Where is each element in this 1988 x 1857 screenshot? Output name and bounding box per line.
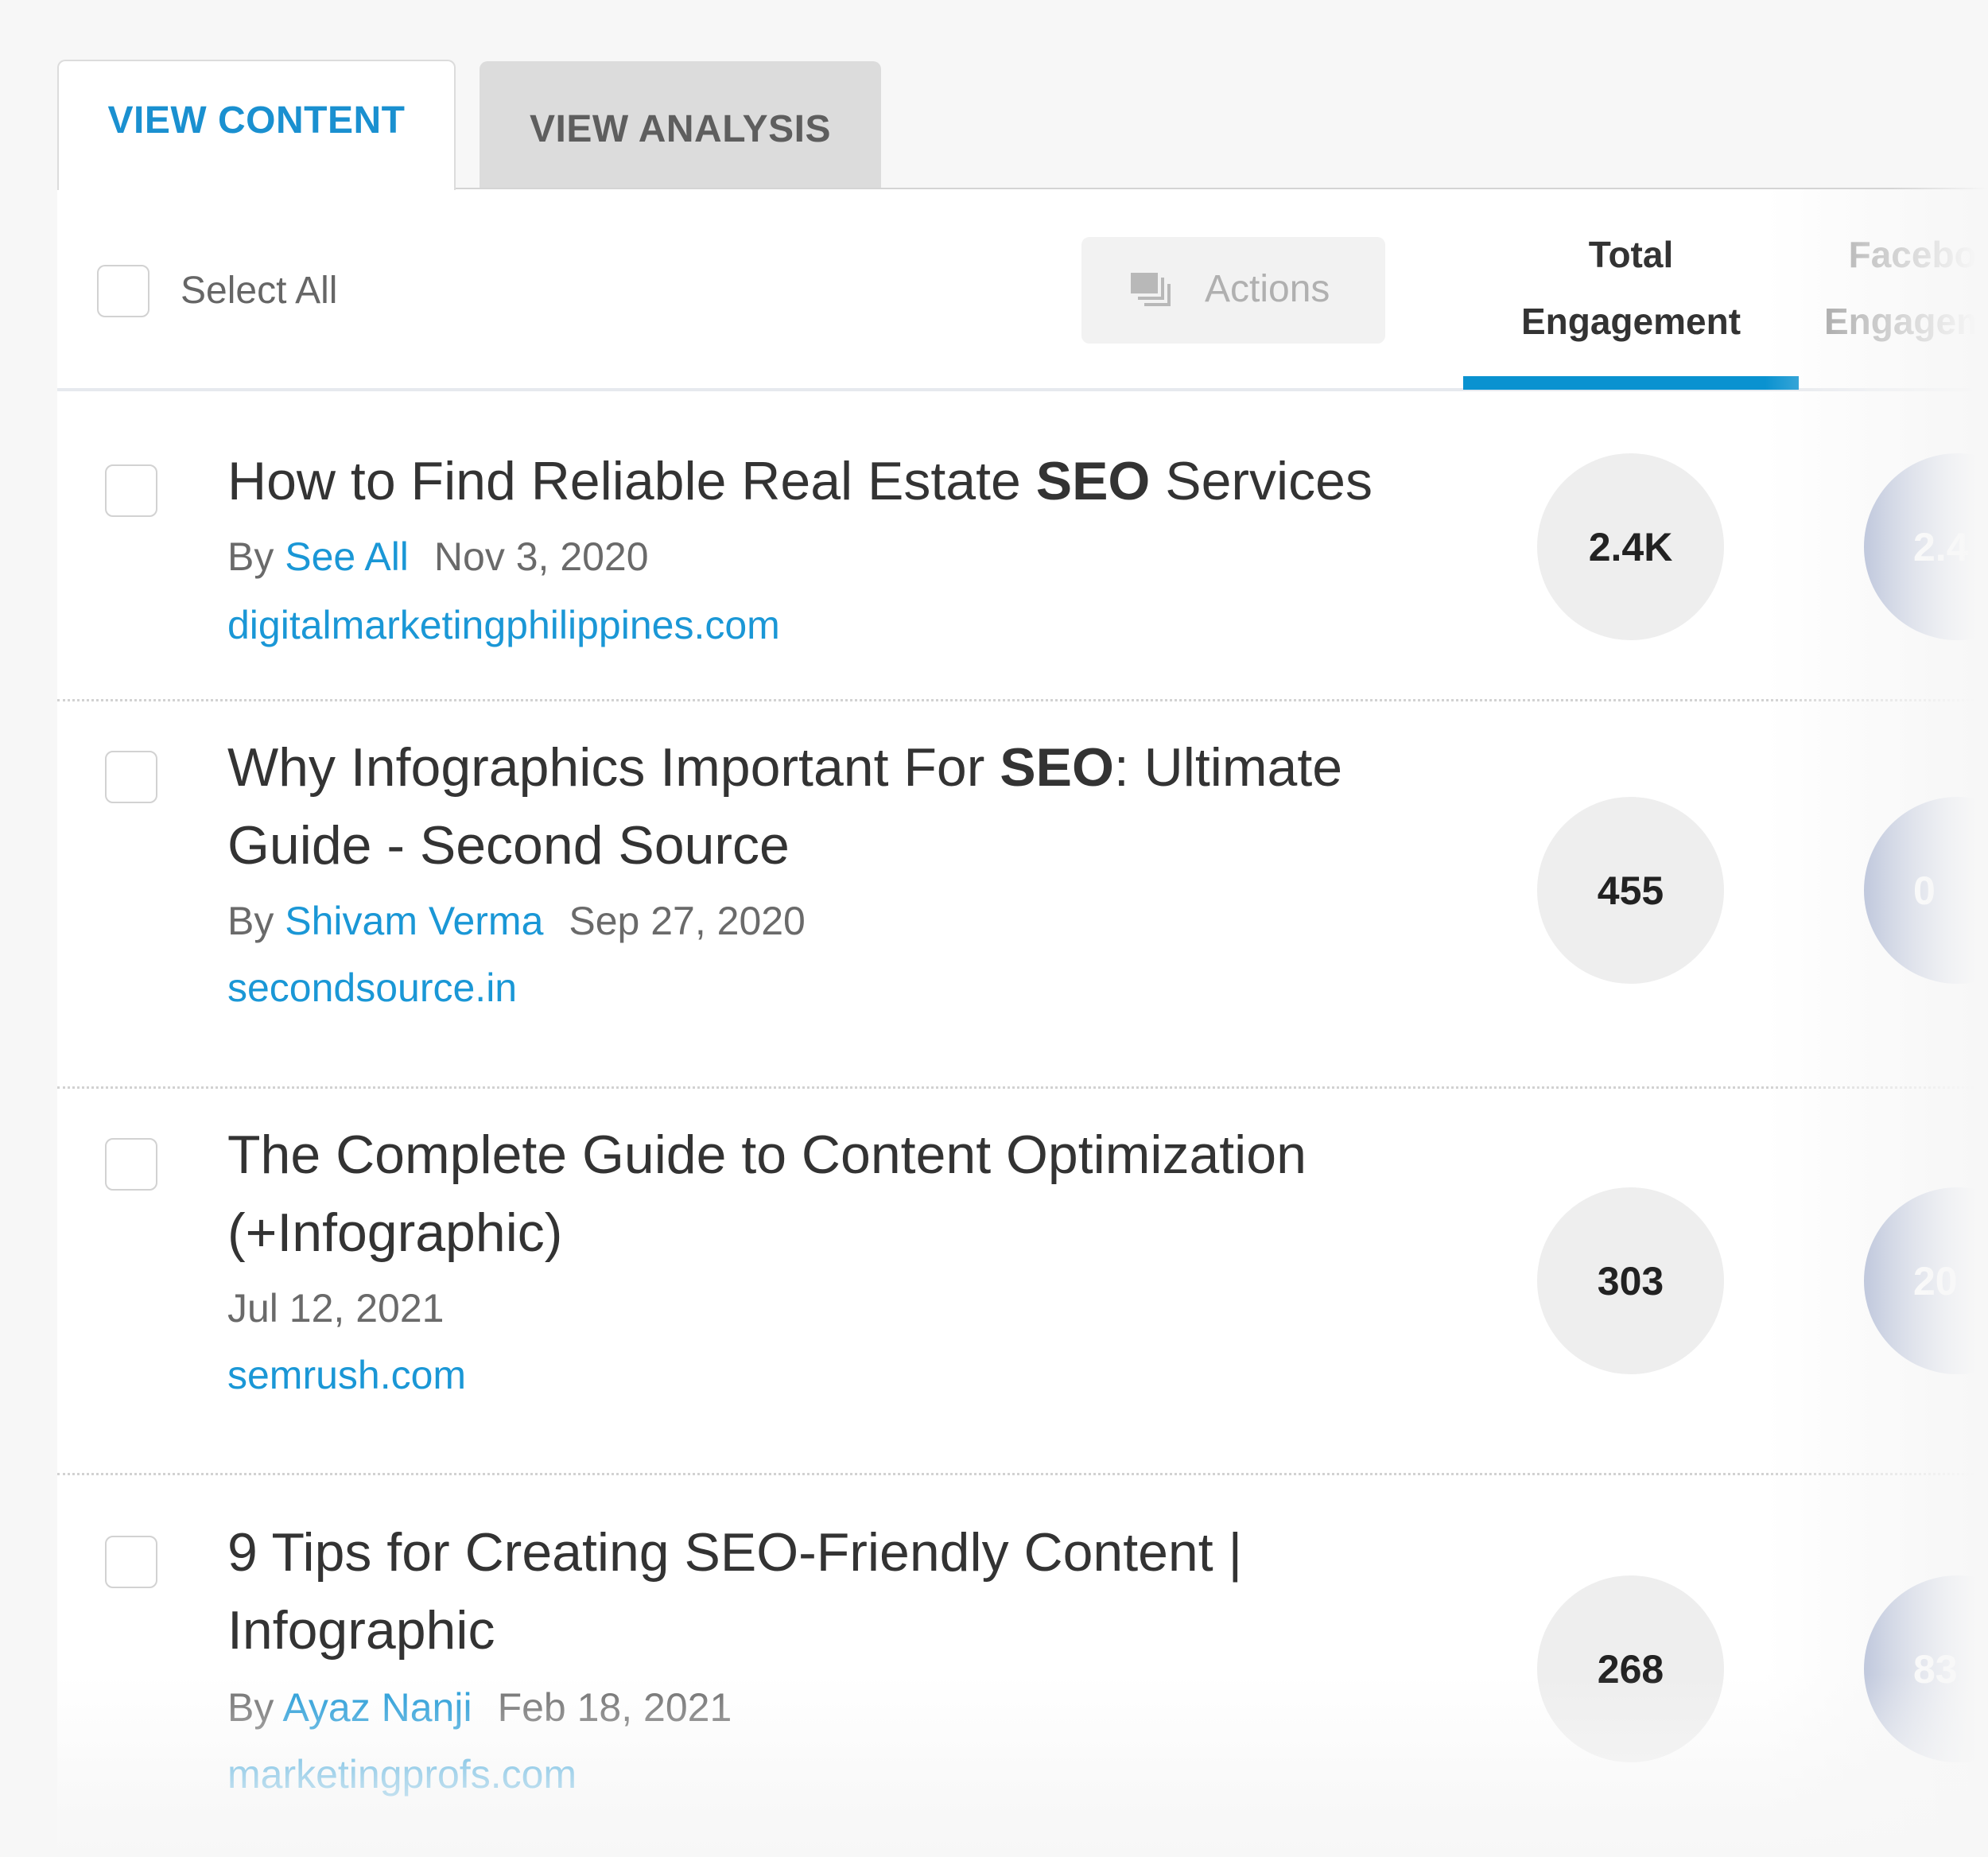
domain-link[interactable]: semrush.com xyxy=(227,1351,466,1399)
column-header-total-engagement[interactable]: Total Engagement xyxy=(1463,221,1799,355)
total-engagement-value: 455 xyxy=(1537,797,1724,984)
domain-link[interactable]: digitalmarketingphilippines.com xyxy=(227,601,780,649)
facebook-engagement-value: 83 xyxy=(1864,1575,1988,1762)
article-meta: By Ayaz Nanji Feb 18, 2021 xyxy=(227,1684,732,1731)
select-all-label[interactable]: Select All xyxy=(181,267,337,315)
article-title[interactable]: How to Find Reliable Real Estate SEO Ser… xyxy=(227,442,1452,520)
by-prefix: By xyxy=(227,899,285,943)
content-row: The Complete Guide to Content Optimizati… xyxy=(57,1089,1988,1475)
total-engagement-value: 268 xyxy=(1537,1575,1724,1762)
facebook-engagement-value: 20 xyxy=(1864,1187,1988,1374)
author-link[interactable]: Ayaz Nanji xyxy=(282,1685,472,1730)
tab-view-analysis[interactable]: VIEW ANALYSIS xyxy=(480,61,881,189)
publish-date: Nov 3, 2020 xyxy=(433,534,649,579)
content-row: 9 Tips for Creating SEO-Friendly Content… xyxy=(57,1475,1988,1857)
article-meta: Jul 12, 2021 xyxy=(227,1284,444,1332)
domain-link[interactable]: marketingprofs.com xyxy=(227,1750,577,1798)
stacked-layers-icon xyxy=(1131,273,1171,306)
sort-indicator xyxy=(1463,376,1799,390)
author-link[interactable]: See All xyxy=(285,534,409,579)
content-panel: Select All Actions Total Engagement Face… xyxy=(57,189,1988,1857)
row-checkbox[interactable] xyxy=(105,1536,157,1588)
author-link[interactable]: Shivam Verma xyxy=(285,899,543,943)
article-meta: By See All Nov 3, 2020 xyxy=(227,533,649,581)
article-title[interactable]: The Complete Guide to Content Optimizati… xyxy=(227,1116,1420,1272)
by-prefix: By xyxy=(227,1685,283,1730)
domain-link[interactable]: secondsource.in xyxy=(227,964,517,1012)
keyword-highlight: SEO xyxy=(1035,451,1151,511)
publish-date: Feb 18, 2021 xyxy=(497,1685,732,1730)
publish-date: Jul 12, 2021 xyxy=(227,1286,445,1331)
article-title[interactable]: Why Infographics Important For SEO: Ulti… xyxy=(227,728,1452,884)
column-header-facebook-engagement[interactable]: Facebook Engagement xyxy=(1767,221,1988,355)
article-title[interactable]: 9 Tips for Creating SEO-Friendly Content… xyxy=(227,1513,1388,1669)
publish-date: Sep 27, 2020 xyxy=(569,899,806,943)
article-meta: By Shivam Verma Sep 27, 2020 xyxy=(227,897,806,945)
row-checkbox[interactable] xyxy=(105,751,157,803)
column-header-line2: Engagement xyxy=(1520,301,1741,342)
list-header: Select All Actions Total Engagement Face… xyxy=(57,189,1988,391)
total-engagement-value: 303 xyxy=(1537,1187,1724,1374)
total-engagement-value: 2.4K xyxy=(1537,453,1724,640)
row-checkbox[interactable] xyxy=(105,1138,157,1191)
row-checkbox[interactable] xyxy=(105,464,157,517)
content-row: Why Infographics Important For SEO: Ulti… xyxy=(57,701,1988,1089)
content-explorer: VIEW CONTENT VIEW ANALYSIS Select All Ac… xyxy=(0,0,1988,1857)
content-row: How to Find Reliable Real Estate SEO Ser… xyxy=(57,391,1988,701)
keyword-highlight: SEO xyxy=(1000,737,1114,798)
column-header-line2: Engagement xyxy=(1823,301,1988,342)
actions-label: Actions xyxy=(1205,268,1330,310)
column-header-line1: Total xyxy=(1588,234,1674,275)
actions-button[interactable]: Actions xyxy=(1081,237,1385,344)
tab-label: VIEW CONTENT xyxy=(107,99,406,142)
select-all-checkbox[interactable] xyxy=(97,265,149,317)
tab-label: VIEW ANALYSIS xyxy=(529,108,831,150)
column-header-line1: Facebook xyxy=(1848,234,1988,275)
facebook-engagement-value: 2.4 xyxy=(1864,453,1988,640)
facebook-engagement-value: 0 xyxy=(1864,797,1988,984)
tab-view-content[interactable]: VIEW CONTENT xyxy=(57,60,456,190)
by-prefix: By xyxy=(227,534,285,579)
